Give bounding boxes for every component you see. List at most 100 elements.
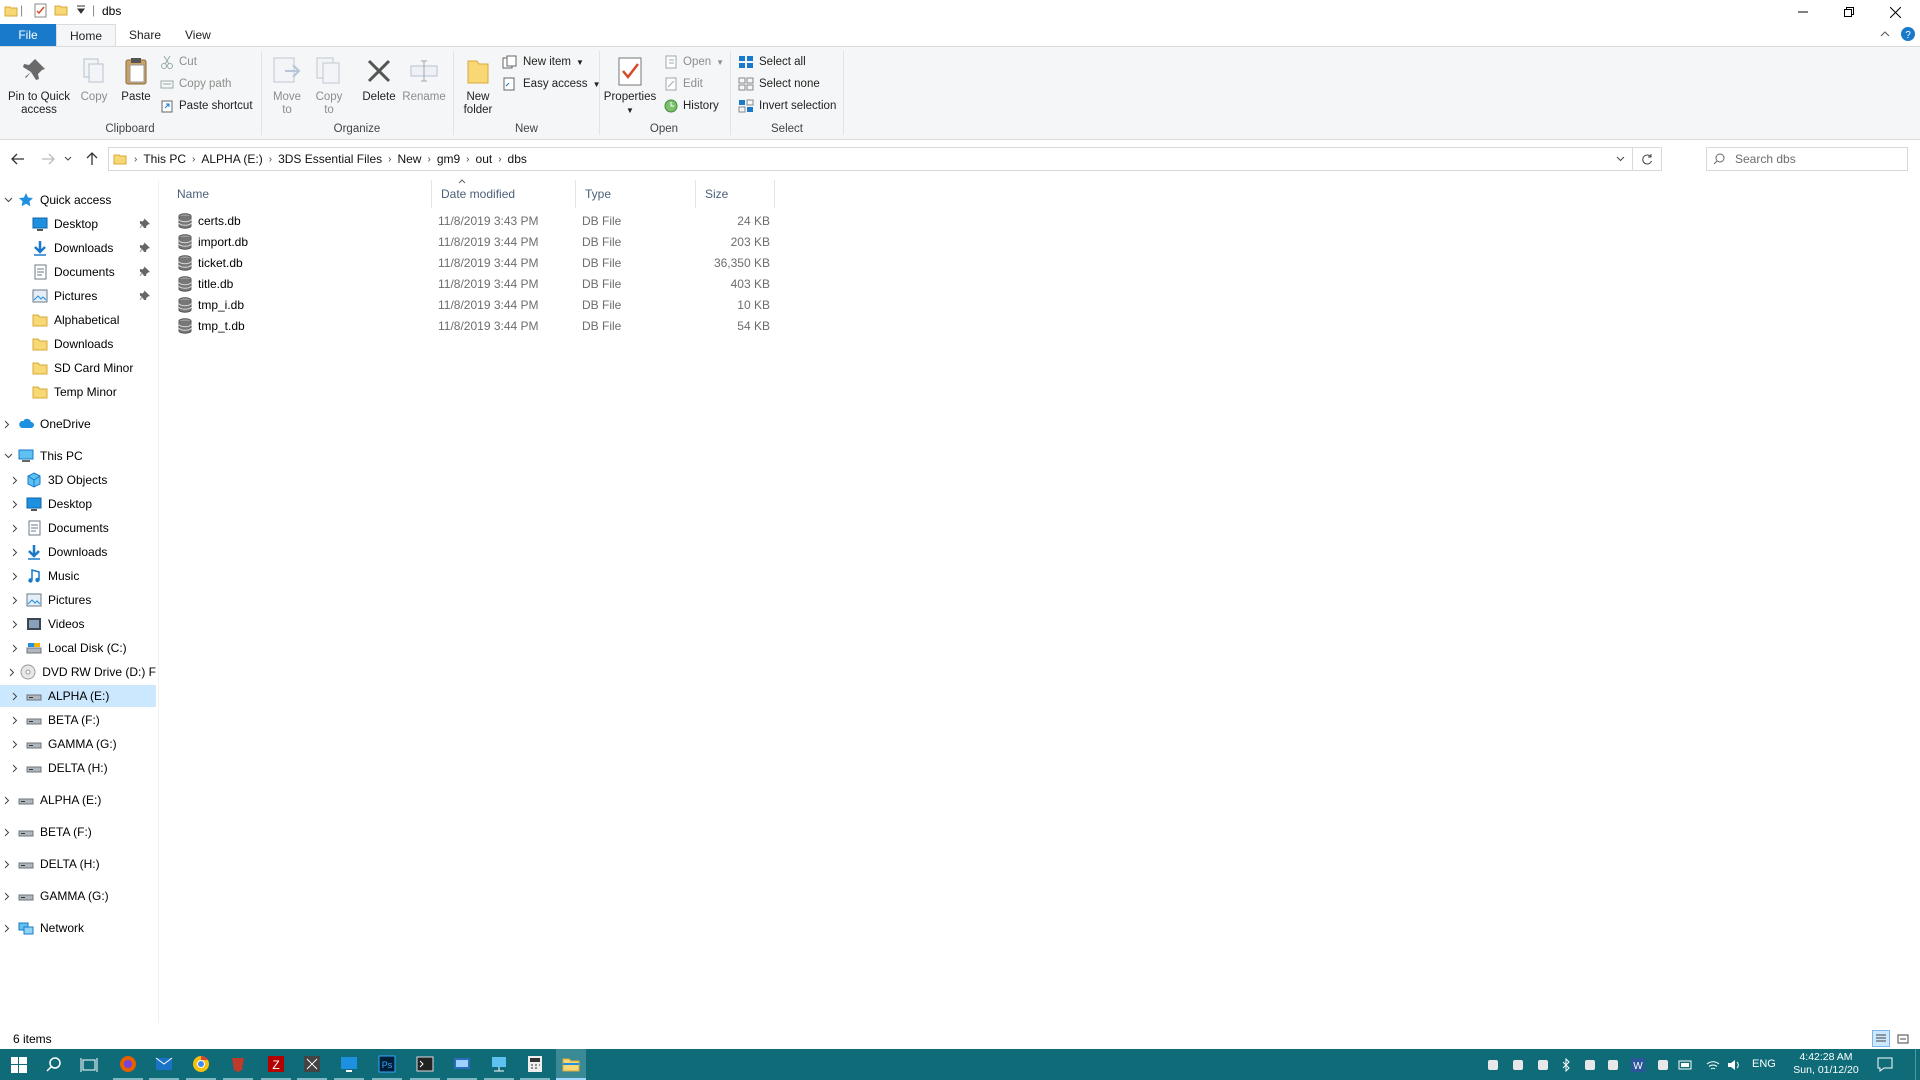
nav-item-downloads[interactable]: Downloads <box>0 333 156 355</box>
network-app-taskbar-button[interactable] <box>484 1049 514 1080</box>
task-view-taskbar-button[interactable] <box>74 1049 104 1080</box>
pin-icon[interactable] <box>140 242 150 252</box>
properties-button[interactable]: Properties ▼ <box>604 55 656 117</box>
file-row[interactable]: import.db 11/8/2019 3:44 PM DB File 203 KB <box>168 232 778 253</box>
file-explorer-taskbar-button[interactable] <box>556 1049 586 1080</box>
brave-taskbar-button[interactable] <box>223 1049 253 1080</box>
file-row[interactable]: title.db 11/8/2019 3:44 PM DB File 403 KB <box>168 274 778 295</box>
close-button[interactable] <box>1872 0 1918 24</box>
breadcrumb-out[interactable]: out <box>476 152 493 166</box>
file-row[interactable]: certs.db 11/8/2019 3:43 PM DB File 24 KB <box>168 211 778 232</box>
thunderbird-taskbar-button[interactable] <box>149 1049 179 1080</box>
chevron-right-icon[interactable] <box>12 572 26 581</box>
breadcrumb-dbs[interactable]: dbs <box>508 152 527 166</box>
bluetooth-icon[interactable] <box>1558 1057 1574 1073</box>
file-row[interactable]: ticket.db 11/8/2019 3:44 PM DB File 36,350 … <box>168 253 778 274</box>
column-header-name[interactable]: Name <box>168 180 432 208</box>
nav-item-3d-objects[interactable]: 3D Objects <box>0 469 156 491</box>
customize-quick-access-icon[interactable] <box>76 5 86 15</box>
chevron-right-icon[interactable] <box>9 668 20 677</box>
column-header-date[interactable]: Date modified <box>432 180 576 208</box>
copy-to-button[interactable]: Copy to <box>310 55 348 117</box>
nav-item-desktop[interactable]: Desktop <box>0 493 156 515</box>
breadcrumb-this-pc[interactable]: This PC <box>143 152 186 166</box>
chevron-right-icon[interactable] <box>4 420 18 429</box>
usb-tray-icon[interactable] <box>1510 1057 1526 1073</box>
phone-tray-icon[interactable] <box>1535 1057 1551 1073</box>
tab-home[interactable]: Home <box>56 24 117 48</box>
refresh-button[interactable] <box>1633 148 1661 170</box>
language-indicator[interactable]: ENG <box>1752 1058 1776 1070</box>
cut-button[interactable]: Cut <box>160 53 253 71</box>
battery-icon[interactable] <box>1678 1057 1694 1073</box>
chevron-right-icon[interactable] <box>4 892 18 901</box>
breadcrumb-3ds-essential-files[interactable]: 3DS Essential Files <box>278 152 382 166</box>
nav-item-pictures[interactable]: Pictures <box>0 589 156 611</box>
nav-item-music[interactable]: Music <box>0 565 156 587</box>
chevron-right-icon[interactable] <box>12 764 26 773</box>
nav-item-downloads[interactable]: Downloads <box>0 541 156 563</box>
firefox-taskbar-button[interactable] <box>113 1049 143 1080</box>
filezilla-taskbar-button[interactable]: Z <box>261 1049 291 1080</box>
chevron-right-icon[interactable] <box>4 828 18 837</box>
nav-drive-alpha-e[interactable]: ALPHA (E:) <box>0 789 156 811</box>
edit-button[interactable]: Edit <box>664 75 724 93</box>
chrome-taskbar-button[interactable] <box>186 1049 216 1080</box>
pin-icon[interactable] <box>140 266 150 276</box>
nav-item-desktop[interactable]: Desktop <box>0 213 156 235</box>
history-button[interactable]: History <box>664 97 724 115</box>
breadcrumb-gm9[interactable]: gm9 <box>437 152 460 166</box>
nav-item-dvd-rw-drive-d-f[interactable]: DVD RW Drive (D:) F <box>0 661 156 683</box>
chevron-right-icon[interactable] <box>4 860 18 869</box>
open-button[interactable]: Open ▼ <box>664 53 724 71</box>
restore-button[interactable] <box>1826 0 1872 24</box>
shield-tray-icon[interactable] <box>1605 1057 1621 1073</box>
calculator-taskbar-button[interactable] <box>520 1049 550 1080</box>
delete-button[interactable]: Delete <box>358 55 400 104</box>
chevron-right-icon[interactable] <box>12 596 26 605</box>
adobe-tray-icon[interactable] <box>1485 1057 1501 1073</box>
copy-button[interactable]: Copy <box>76 55 112 104</box>
help-icon[interactable]: ? <box>1901 27 1915 41</box>
remote-desktop-taskbar-button[interactable] <box>447 1049 477 1080</box>
minimize-ribbon-icon[interactable] <box>1880 29 1890 39</box>
chevron-right-icon[interactable] <box>12 644 26 653</box>
action-center-icon[interactable] <box>1876 1055 1894 1073</box>
nav-drive-gamma-g[interactable]: GAMMA (G:) <box>0 885 156 907</box>
vpn-tray-icon[interactable] <box>1655 1057 1671 1073</box>
forward-button[interactable] <box>38 149 58 169</box>
address-history-dropdown[interactable] <box>1609 148 1633 170</box>
copy-path-button[interactable]: Copy path <box>160 75 253 93</box>
explorer-alt-taskbar-button[interactable] <box>297 1049 327 1080</box>
word-tray-icon[interactable]: W <box>1630 1057 1646 1073</box>
chevron-right-icon[interactable] <box>12 500 26 509</box>
paste-shortcut-button[interactable]: Paste shortcut <box>160 97 253 115</box>
file-row[interactable]: tmp_i.db 11/8/2019 3:44 PM DB File 10 KB <box>168 295 778 316</box>
chevron-right-icon[interactable] <box>4 924 18 933</box>
nav-quick-access[interactable]: Quick access <box>0 189 156 211</box>
show-desktop-button[interactable] <box>1915 1049 1920 1080</box>
new-folder-button[interactable]: New folder <box>458 55 498 117</box>
breadcrumb-alpha-drive[interactable]: ALPHA (E:) <box>201 152 262 166</box>
details-view-button[interactable] <box>1872 1030 1890 1047</box>
address-box[interactable]: › This PC › ALPHA (E:) › 3DS Essential F… <box>108 147 1662 171</box>
nav-item-videos[interactable]: Videos <box>0 613 156 635</box>
chevron-right-icon[interactable] <box>4 796 18 805</box>
chevron-right-icon[interactable] <box>12 740 26 749</box>
nav-item-alphabetical[interactable]: Alphabetical <box>0 309 156 331</box>
chevron-right-icon[interactable] <box>12 476 26 485</box>
nav-drive-delta-h[interactable]: DELTA (H:) <box>0 853 156 875</box>
pane-divider[interactable] <box>158 180 159 1023</box>
nav-item-documents[interactable]: Documents <box>0 517 156 539</box>
new-folder-quick-icon[interactable] <box>54 3 68 17</box>
nav-item-delta-h[interactable]: DELTA (H:) <box>0 757 156 779</box>
chevron-down-icon[interactable] <box>4 197 18 203</box>
minimize-button[interactable] <box>1780 0 1826 24</box>
wifi-icon[interactable] <box>1705 1057 1721 1073</box>
nav-item-downloads[interactable]: Downloads <box>0 237 156 259</box>
nav-onedrive[interactable]: OneDrive <box>0 413 156 435</box>
terminal-taskbar-button[interactable] <box>410 1049 440 1080</box>
clock[interactable]: 4:42:28 AM Sun, 01/12/20 <box>1786 1051 1866 1077</box>
invert-selection-button[interactable]: Invert selection <box>738 97 836 115</box>
chevron-right-icon[interactable] <box>12 524 26 533</box>
